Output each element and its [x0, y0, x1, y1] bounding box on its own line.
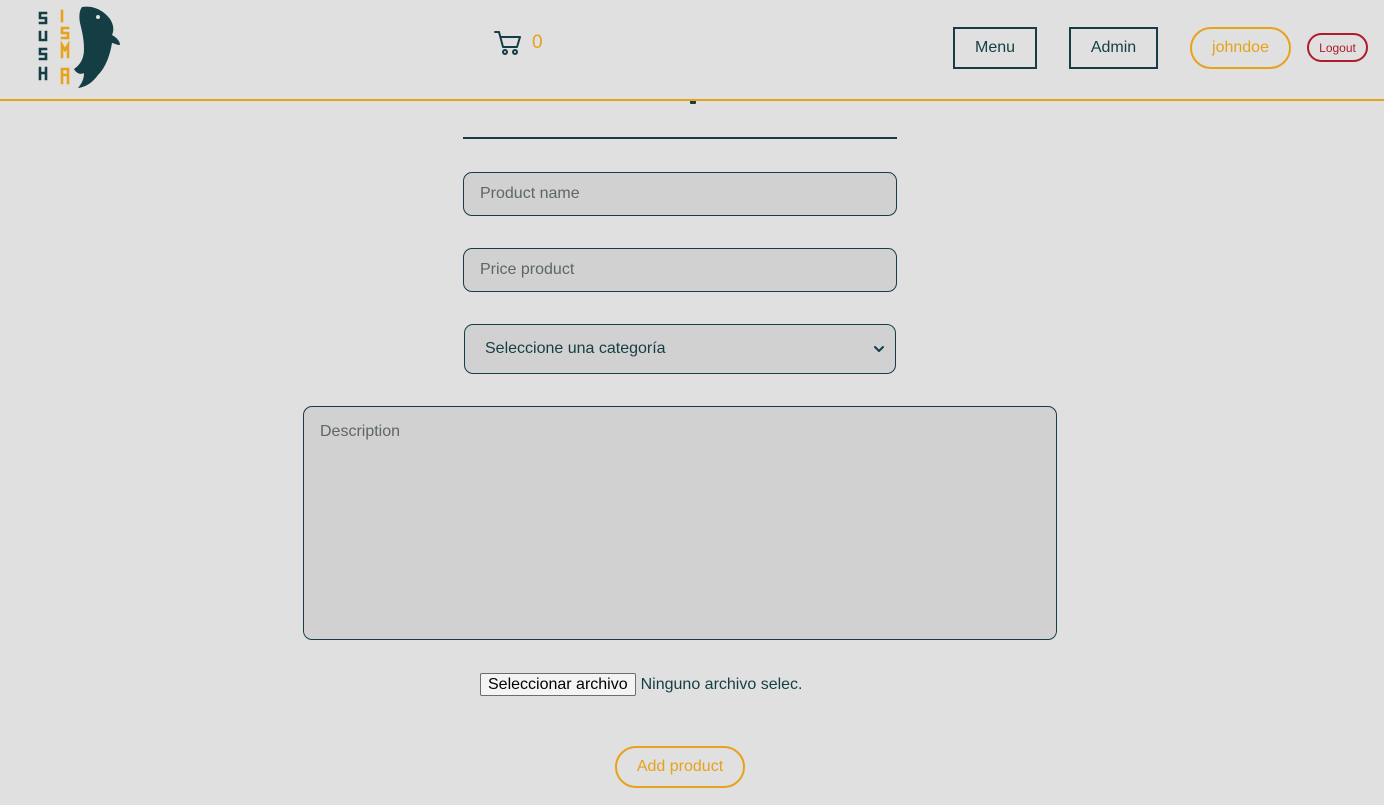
menu-button[interactable]: Menu	[953, 27, 1037, 69]
category-select[interactable]: Seleccione una categoría	[464, 324, 896, 374]
description-textarea[interactable]	[303, 406, 1057, 640]
user-button[interactable]: johndoe	[1190, 27, 1291, 69]
add-product-button[interactable]: Add product	[615, 746, 745, 788]
chevron-down-icon	[874, 346, 884, 352]
site-header: 0 Menu Admin johndoe Logout	[0, 0, 1384, 101]
cart-icon	[494, 31, 521, 55]
product-price-input[interactable]	[463, 248, 897, 292]
cart-count: 0	[532, 32, 543, 53]
cart-button[interactable]: 0	[494, 30, 543, 56]
file-status-text: Ninguno archivo selec.	[640, 675, 803, 693]
admin-button[interactable]: Admin	[1069, 27, 1158, 69]
sushisma-logo[interactable]	[36, 3, 126, 91]
logout-button[interactable]: Logout	[1307, 33, 1368, 62]
category-select-value: Seleccione una categoría	[485, 340, 666, 357]
file-select-button[interactable]: Seleccionar archivo	[480, 673, 636, 696]
product-name-input[interactable]	[463, 172, 897, 216]
title-divider	[463, 137, 897, 139]
fish-logo-icon	[38, 6, 120, 88]
file-upload: Seleccionar archivo Ninguno archivo sele…	[480, 673, 803, 696]
